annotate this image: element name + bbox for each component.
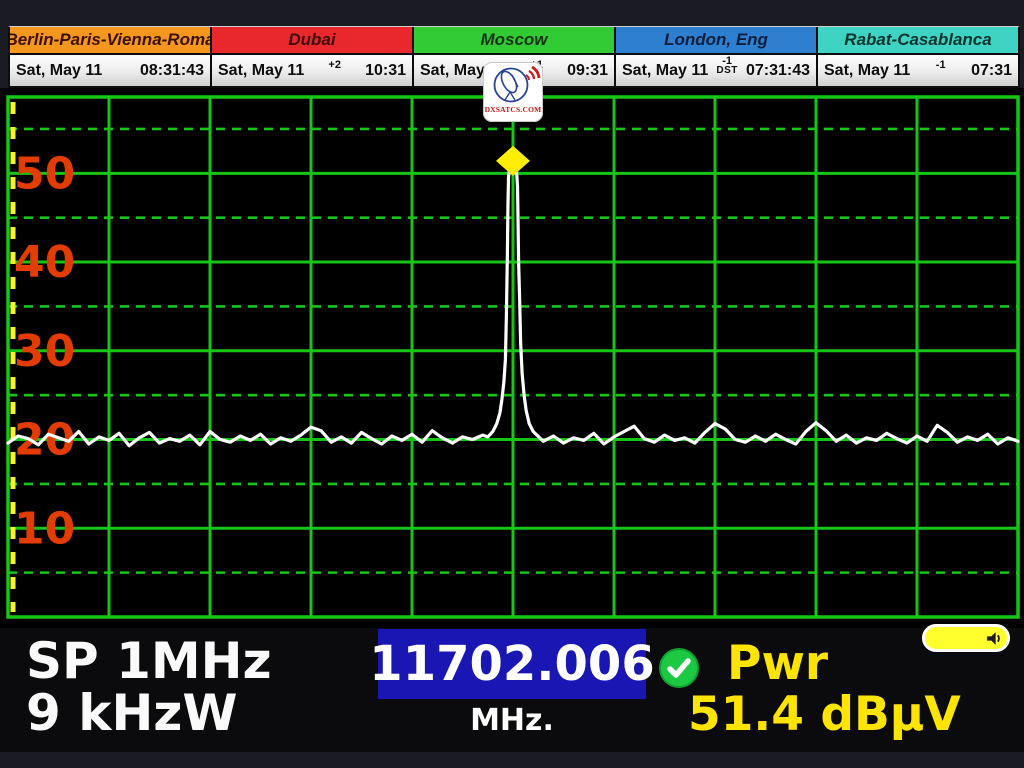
rbw-label: 9 kHzW bbox=[26, 688, 238, 738]
power-value: 51.4 dBµV bbox=[688, 691, 961, 738]
spectrum-chart: 1020304050 bbox=[0, 88, 1024, 628]
clock-cell-dubai: Dubai Sat, May 11 +2 10:31 bbox=[210, 27, 412, 86]
satellite-dish-icon bbox=[485, 62, 541, 108]
city-time-row: Sat, May 11 -1 07:31 bbox=[818, 55, 1018, 86]
clock-cell-berlin: Berlin-Paris-Vienna-Roma Sat, May 11 08:… bbox=[10, 27, 210, 86]
timezone-offset: -1 bbox=[936, 60, 946, 70]
city-time: 07:31 bbox=[971, 62, 1012, 80]
svg-text:40: 40 bbox=[14, 237, 75, 288]
city-time: 09:31 bbox=[567, 62, 608, 80]
city-time: 08:31:43 bbox=[140, 62, 204, 80]
city-date: Sat, May 11 bbox=[622, 62, 708, 80]
city-header: Berlin-Paris-Vienna-Roma bbox=[10, 27, 210, 53]
city-date: Sat, May 11 bbox=[218, 62, 304, 80]
clock-cell-rabat: Rabat-Casablanca Sat, May 11 -1 07:31 bbox=[816, 27, 1018, 86]
receiver-screen: { "page": { "background": "#1b1b24" }, "… bbox=[0, 0, 1024, 768]
span-label: SP 1MHz bbox=[26, 636, 272, 686]
frequency-unit-label: MHz. bbox=[378, 706, 646, 736]
city-time-row: Sat, May 11 +2 10:31 bbox=[212, 55, 412, 86]
city-header: London, Eng bbox=[616, 27, 816, 53]
spectrum-display: 1020304050 bbox=[0, 88, 1024, 628]
svg-text:30: 30 bbox=[14, 326, 75, 377]
footer-strip bbox=[0, 752, 1024, 768]
volume-toggle[interactable] bbox=[922, 624, 1010, 652]
city-header: Rabat-Casablanca bbox=[818, 27, 1018, 53]
city-header: Dubai bbox=[212, 27, 412, 53]
speaker-icon bbox=[985, 630, 1002, 647]
frequency-display[interactable]: 11702.006 bbox=[378, 629, 646, 699]
lock-check-icon bbox=[658, 647, 700, 689]
timezone-offset: +2 bbox=[328, 60, 341, 70]
city-time-row: Sat, May 11 -1 DST 07:31:43 bbox=[616, 55, 816, 86]
city-time: 07:31:43 bbox=[746, 62, 810, 80]
clock-cell-london: London, Eng Sat, May 11 -1 DST 07:31:43 bbox=[614, 27, 816, 86]
logo-text: DXSATCS.COM bbox=[485, 105, 542, 114]
city-time: 10:31 bbox=[365, 62, 406, 80]
timezone-offset-dst: -1 DST bbox=[716, 56, 738, 76]
city-date: Sat, May 11 bbox=[16, 62, 102, 80]
city-header: Moscow bbox=[414, 27, 614, 53]
dxsatcs-logo: DXSATCS.COM bbox=[483, 62, 543, 122]
svg-text:50: 50 bbox=[14, 148, 75, 199]
readout-bar: SP 1MHz 9 kHzW 11702.006 MHz. Pwr 51.4 d… bbox=[0, 628, 1024, 752]
svg-text:10: 10 bbox=[14, 503, 75, 554]
power-label: Pwr bbox=[727, 640, 828, 687]
city-time-row: Sat, May 11 08:31:43 bbox=[10, 55, 210, 86]
city-date: Sat, May 11 bbox=[824, 62, 910, 80]
